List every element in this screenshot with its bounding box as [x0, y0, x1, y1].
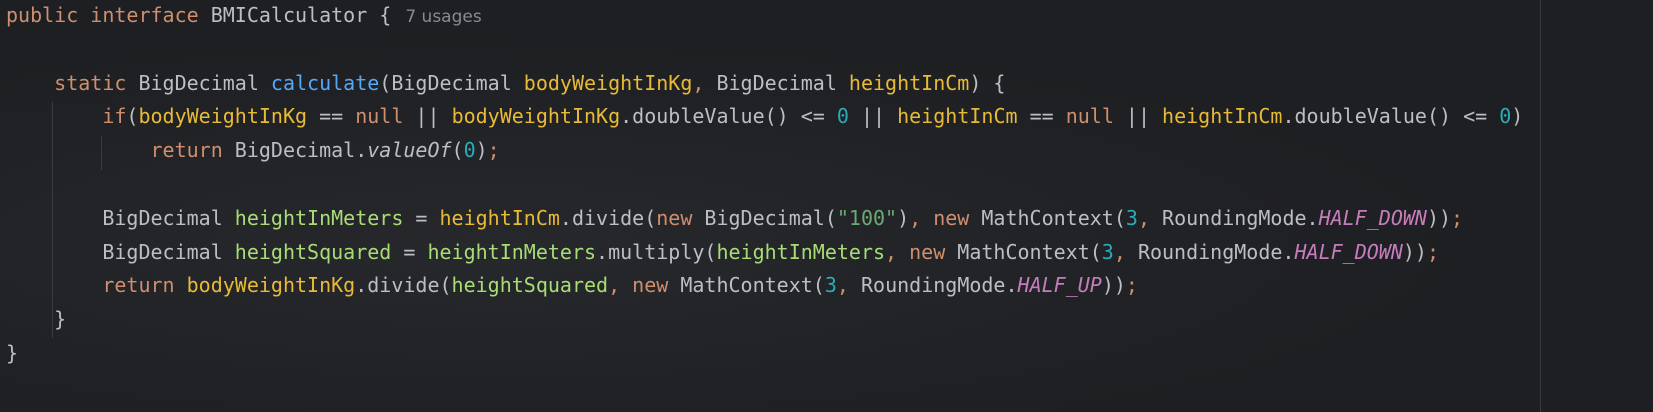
code-line[interactable]: BigDecimal heightSquared = heightInMeter… — [6, 235, 1439, 269]
code-token: public interface — [6, 3, 211, 27]
code-token: = — [403, 205, 440, 230]
code-token: heightSquared — [234, 239, 392, 264]
code-token: null — [355, 104, 404, 129]
code-token: } — [6, 341, 19, 365]
code-line[interactable]: public interface BMICalculator { 7 usages — [6, 0, 482, 32]
code-token: )) — [1101, 273, 1126, 298]
code-token: ) — [1511, 104, 1524, 129]
code-token: ( — [451, 138, 464, 163]
code-token: ; — [1451, 205, 1464, 230]
code-token: == — [1017, 104, 1066, 129]
code-token: ) { — [969, 70, 1006, 95]
code-token: BigDecimal. — [234, 138, 368, 163]
code-token: bodyWeightInKg — [186, 273, 356, 298]
code-token: )) — [1402, 239, 1427, 264]
code-token: heightInMeters — [427, 239, 597, 264]
code-token: .doubleValue() <= — [1282, 104, 1500, 129]
code-token: static — [6, 70, 139, 95]
code-token: MathContext( — [680, 273, 825, 298]
code-token: .divide( — [355, 273, 452, 298]
code-token: 0 — [463, 138, 476, 163]
code-token: .divide( — [559, 205, 657, 230]
code-token: MathContext( — [981, 205, 1126, 230]
code-token: 3 — [824, 273, 837, 298]
code-token: , — [836, 273, 861, 298]
code-token: BigDecimal( — [704, 205, 837, 230]
code-token: if — [6, 104, 127, 129]
code-token: heightInCm — [439, 205, 560, 230]
code-token: BigDecimal — [6, 205, 235, 230]
code-token: RoundingMode. — [1162, 205, 1319, 230]
code-line[interactable]: } — [6, 302, 66, 336]
code-token: ; — [1125, 273, 1138, 298]
code-token: , — [692, 70, 717, 95]
code-token: new — [909, 239, 958, 264]
code-line[interactable]: BigDecimal heightInMeters = heightInCm.d… — [6, 201, 1463, 235]
code-line[interactable]: } — [6, 336, 18, 370]
code-token: new — [933, 205, 982, 230]
code-token: ; — [487, 138, 500, 163]
code-token: || — [1113, 104, 1163, 129]
code-token: )) — [1426, 205, 1452, 230]
code-token: heightInCm — [1162, 104, 1283, 129]
code-token: || — [848, 104, 898, 129]
code-token: new — [632, 273, 681, 298]
code-token: == — [307, 104, 356, 129]
code-token: return — [6, 273, 187, 298]
code-token: 3 — [1125, 205, 1138, 230]
code-token: HALF_DOWN — [1318, 205, 1427, 230]
code-token: heightInMeters — [716, 239, 886, 264]
code-token: BMICalculator { — [210, 3, 392, 27]
code-token: .multiply( — [596, 239, 717, 264]
code-token: ; — [1426, 239, 1439, 264]
code-token: MathContext( — [957, 239, 1102, 264]
usages-hint[interactable]: 7 usages — [405, 7, 481, 27]
code-token: , — [1113, 239, 1138, 264]
code-token: , — [885, 239, 910, 264]
code-token: HALF_UP — [1017, 273, 1102, 298]
code-line[interactable]: if(bodyWeightInKg == null || bodyWeightI… — [6, 99, 1523, 133]
code-token: "100" — [836, 205, 898, 230]
code-token: heightInCm — [897, 104, 1018, 129]
code-token: .doubleValue() <= — [620, 104, 837, 129]
code-token: return — [6, 138, 235, 163]
code-token: HALF_DOWN — [1294, 239, 1403, 264]
right-margin-guide — [1540, 0, 1541, 412]
code-token: ( — [126, 104, 139, 129]
code-token: new — [656, 205, 705, 230]
code-token: , — [608, 273, 633, 298]
code-token: ) — [475, 138, 488, 163]
code-token: bodyWeightInKg — [523, 70, 693, 95]
code-token: = — [391, 239, 428, 264]
code-token: bodyWeightInKg — [451, 104, 621, 129]
code-token: heightSquared — [451, 273, 609, 298]
code-token: || — [403, 104, 452, 129]
code-token: } — [6, 307, 67, 332]
code-token: ) — [897, 205, 910, 230]
code-token: null — [1065, 104, 1114, 129]
code-line[interactable]: static BigDecimal calculate(BigDecimal b… — [6, 66, 1005, 100]
code-token: heightInCm — [848, 70, 970, 95]
code-token: 3 — [1101, 239, 1114, 264]
code-token: BigDecimal — [138, 70, 271, 95]
code-token: (BigDecimal — [379, 70, 524, 95]
code-token: bodyWeightInKg — [138, 104, 308, 129]
code-token: , — [1137, 205, 1163, 230]
code-token: calculate — [270, 70, 380, 95]
code-token: valueOf — [367, 138, 452, 163]
code-token: RoundingMode. — [860, 273, 1018, 298]
code-line[interactable]: return BigDecimal.valueOf(0); — [6, 133, 500, 167]
code-line[interactable]: return bodyWeightInKg.divide(heightSquar… — [6, 268, 1138, 302]
code-token: 0 — [1499, 104, 1512, 129]
code-token: BigDecimal — [716, 70, 849, 95]
code-token: RoundingMode. — [1137, 239, 1295, 264]
code-token: BigDecimal — [6, 239, 235, 264]
code-token: heightInMeters — [234, 205, 404, 230]
code-editor[interactable]: public interface BMICalculator { 7 usages… — [0, 0, 1653, 412]
code-token: , — [909, 205, 934, 230]
code-token: 0 — [836, 104, 849, 129]
